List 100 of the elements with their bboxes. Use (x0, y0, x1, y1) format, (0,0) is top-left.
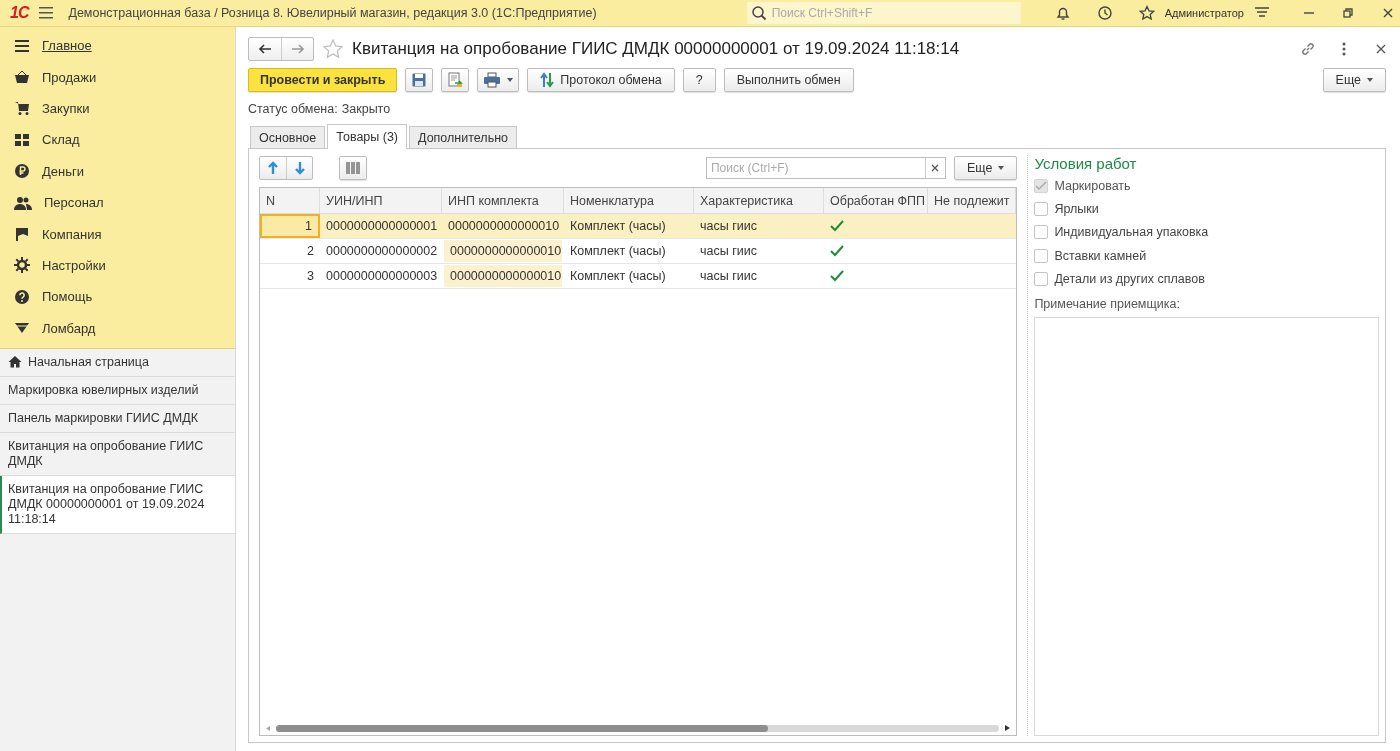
column-header[interactable]: Характеристика (694, 188, 824, 213)
flag-icon (14, 227, 30, 242)
printer-icon (483, 72, 502, 88)
gem-icon (14, 322, 30, 335)
document-arrow-icon (447, 72, 464, 88)
star-icon (322, 38, 344, 60)
link-icon (1300, 41, 1316, 57)
up-down-arrows-icon (540, 72, 555, 88)
search-field[interactable]: Поиск Ctrl+Shift+F (746, 2, 1021, 24)
checkbox-label: Детали из других сплавов (1054, 272, 1205, 287)
note-field[interactable] (1034, 316, 1379, 736)
section-item[interactable]: Деньги (0, 155, 235, 187)
right-arrow-icon (290, 44, 305, 54)
command-button[interactable]: ? (682, 68, 716, 92)
open-window-item[interactable]: Квитанция на опробование ГИИС ДМДК 00000000001 от 19.09.2024 11:18:14 (0, 475, 235, 534)
save-button[interactable] (405, 68, 434, 92)
table-cell: 0000000000000010 (444, 265, 562, 287)
section-item[interactable]: Ломбард (0, 312, 235, 344)
cart-icon (14, 101, 30, 116)
table-cell: 0000000000000010 (444, 240, 562, 262)
tab[interactable]: Товары (3) (327, 124, 408, 149)
table-row[interactable]: 2 0000000000000002 0000000000000010 Комплект (часы) часы гиис (260, 239, 1017, 264)
caret-icon (1367, 78, 1373, 82)
minimize-icon (1304, 12, 1314, 14)
caret-icon (998, 166, 1005, 170)
star-icon (1138, 5, 1155, 21)
search-icon (750, 5, 767, 21)
table-cell-text: 0000000000000001 (325, 218, 439, 235)
user-name[interactable]: Администратор (1164, 7, 1244, 19)
checkbox-label: Индивидуальная упаковка (1054, 225, 1209, 240)
restore-icon (1342, 7, 1354, 19)
down-arrow-icon (293, 161, 306, 175)
table-cell-text: 0000000000000002 (325, 243, 439, 260)
table-cell-text: Комплект (часы) (569, 218, 667, 235)
more-button[interactable]: Еще (953, 156, 1018, 180)
menu-icon[interactable] (38, 6, 55, 20)
history-icon (1096, 5, 1113, 21)
people-icon (14, 195, 32, 210)
table-cell-text: Комплект (часы) (569, 268, 667, 285)
checkbox-label: Вставки камней (1054, 248, 1147, 263)
search-input[interactable]: Поиск Ctrl+Shift+F (769, 5, 1010, 21)
table-cell-text: часы гиис (699, 243, 758, 260)
left-arrow-icon (258, 44, 272, 54)
ruble-coin-icon (14, 163, 30, 180)
section-item[interactable]: Персонал (0, 186, 235, 219)
section-item[interactable]: Продажи (0, 61, 235, 93)
table-cell-text: 2 (306, 243, 315, 260)
help-icon (14, 288, 30, 305)
column-header[interactable]: Не подлежит (928, 188, 1017, 213)
status-value: Закрыто (341, 102, 391, 116)
scroll-left-icon[interactable] (266, 725, 270, 731)
post-and-close-button[interactable]: Провести и закрыть (248, 68, 398, 92)
print-button[interactable] (477, 68, 520, 92)
bell-icon (1054, 5, 1071, 21)
more-button[interactable]: Еще (1322, 68, 1386, 92)
column-header[interactable]: Обработан ФПП (824, 188, 928, 213)
close-icon (1382, 7, 1394, 19)
field-label: Примечание приемщика: (1034, 296, 1181, 311)
tab[interactable]: Основное (250, 126, 326, 148)
table-search-field[interactable]: Поиск (Ctrl+F) (705, 157, 946, 179)
status-label: Статус обмена: (248, 102, 338, 116)
tab[interactable]: Дополнительно (409, 126, 517, 148)
table-cell-text: 3 (306, 268, 315, 285)
grid-icon (14, 132, 30, 147)
exchange-log-button[interactable]: Протокол обмена (527, 68, 675, 92)
checkbox[interactable] (1034, 272, 1049, 287)
table-cell-text: 0000000000000010 (447, 218, 561, 235)
column-header[interactable]: УИН/ИНП (320, 188, 442, 213)
section-item[interactable]: Помощь (0, 281, 235, 313)
table-row[interactable]: 1 0000000000000001 0000000000000010 Комплект (часы) часы гиис (260, 214, 1017, 239)
home-icon (8, 354, 22, 368)
form-title: Квитанция на опробование ГИИС ДМДК 00000000001 от 19.09.2024 11:18:14 (352, 39, 960, 59)
table-cell-text: Комплект (часы) (569, 243, 667, 260)
caret-icon (507, 78, 514, 82)
command-button[interactable]: Выполнить обмен (723, 68, 854, 92)
checkbox[interactable] (1034, 202, 1049, 217)
basket-icon (14, 70, 30, 85)
clear-icon (931, 164, 940, 172)
gear-icon (14, 257, 30, 274)
scan-button[interactable] (339, 156, 367, 180)
close-icon (1376, 44, 1386, 54)
more-vertical-icon (1342, 42, 1346, 56)
section-item[interactable]: Настройки (0, 249, 235, 282)
table-cell-text: часы гиис (699, 218, 758, 235)
column-header[interactable]: Номенклатура (564, 188, 694, 213)
column-header[interactable]: N (260, 188, 320, 213)
barcode-icon (345, 161, 361, 175)
section-item[interactable]: Главное (0, 30, 235, 62)
checkbox[interactable] (1034, 248, 1049, 263)
section-item[interactable]: Склад (0, 124, 235, 156)
report-button[interactable] (441, 68, 470, 92)
section-item[interactable]: Закупки (0, 92, 235, 125)
scroll-right-icon[interactable] (1005, 725, 1011, 731)
section-title: Условия работ (1034, 155, 1138, 172)
table-cell-text: часы гиис (699, 268, 758, 285)
checkbox[interactable] (1034, 225, 1049, 240)
table-row[interactable]: 3 0000000000000003 0000000000000010 Комплект (часы) часы гиис (260, 264, 1017, 289)
checkbox-label: Ярлыки (1054, 202, 1099, 217)
section-item[interactable]: Компания (0, 218, 235, 250)
column-header[interactable]: ИНП комплекта (442, 188, 564, 213)
